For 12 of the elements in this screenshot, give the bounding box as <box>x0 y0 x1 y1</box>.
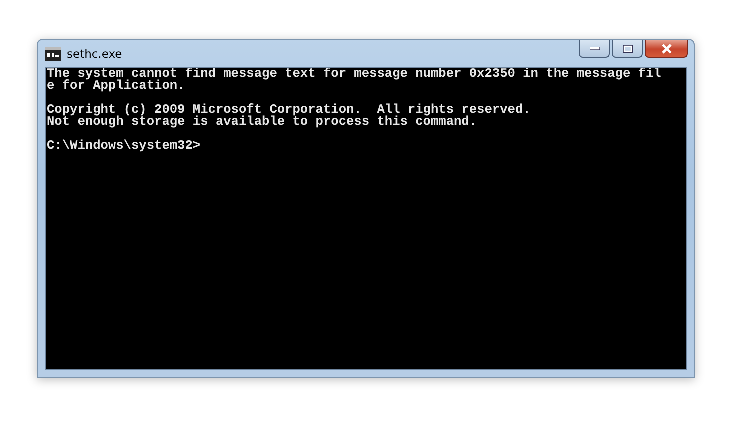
window-title: sethc.exe <box>67 46 124 60</box>
console-icon <box>45 46 61 60</box>
console-line: e for Application. <box>47 80 186 92</box>
minimize-button[interactable] <box>579 40 610 58</box>
console-line: Not enough storage is available to process this command. <box>47 116 478 128</box>
minimize-icon <box>590 46 600 50</box>
console-line: C:\Windows\system32> <box>47 140 202 152</box>
close-button[interactable] <box>645 40 688 58</box>
close-icon <box>660 44 672 54</box>
console-line: Copyright (c) 2009 Microsoft Corporation. All rights reserved. <box>47 104 532 116</box>
maximize-icon <box>622 44 632 52</box>
maximize-button[interactable] <box>612 40 643 58</box>
